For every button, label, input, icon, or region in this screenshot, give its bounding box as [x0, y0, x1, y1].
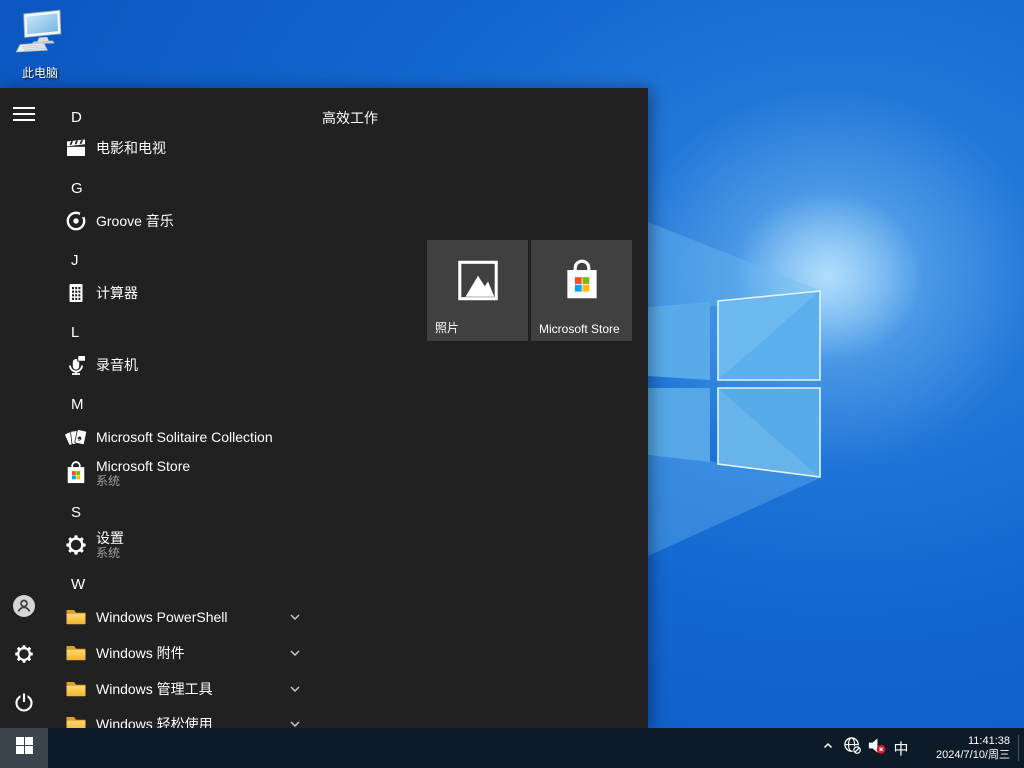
chevron-down-icon [288, 610, 302, 624]
desktop-icon-this-pc[interactable]: 此电脑 [2, 6, 78, 81]
app-item-settings[interactable]: 设置 系统 [48, 525, 632, 565]
taskbar-empty-area[interactable] [48, 728, 816, 768]
rail-settings-button[interactable] [0, 632, 48, 680]
power-button[interactable] [0, 680, 48, 728]
folder-icon [64, 605, 88, 629]
app-item-label: Windows 轻松使用 [96, 716, 213, 728]
show-desktop-button[interactable] [1019, 728, 1024, 768]
letter-label: G [71, 180, 83, 197]
app-item-label: Windows PowerShell [96, 609, 228, 625]
app-list-letter-j[interactable]: J [71, 249, 79, 271]
system-tray: 中 11:41:38 2024/7/10/周三 [816, 728, 1024, 768]
volume-button[interactable] [864, 728, 888, 768]
app-item-label: 录音机 [96, 357, 138, 373]
app-item-label: 计算器 [96, 285, 138, 301]
network-no-internet-icon [843, 736, 862, 760]
app-item-label: Groove 音乐 [96, 213, 174, 229]
app-item-label: Microsoft Store [96, 458, 190, 474]
tile-photos[interactable]: 照片 [427, 240, 528, 341]
chevron-down-icon [288, 646, 302, 660]
letter-label: D [71, 109, 82, 126]
tile-microsoft-store[interactable]: Microsoft Store [531, 240, 632, 341]
app-list-letter-d[interactable]: D [71, 106, 82, 128]
settings-gear-icon [64, 533, 88, 557]
app-item-voice-recorder[interactable]: 录音机 [48, 347, 632, 383]
calculator-icon [64, 281, 88, 305]
ime-label: 中 [893, 738, 908, 759]
tile-group-header[interactable]: 高效工作 [322, 108, 378, 128]
start-menu: D 电影和电视 G [0, 88, 648, 728]
app-list-letter-g[interactable]: G [71, 177, 83, 199]
screen: 此电脑 [0, 0, 1024, 768]
expand-menu-button[interactable] [0, 92, 48, 140]
app-item-label: Microsoft Solitaire Collection [96, 429, 273, 445]
app-item-microsoft-store[interactable]: Microsoft Store 系统 [48, 453, 632, 493]
app-folder-windows-admin-tools[interactable]: Windows 管理工具 [48, 671, 632, 707]
folder-icon [64, 712, 88, 728]
app-item-label: 设置 [96, 530, 124, 546]
taskbar-clock[interactable]: 11:41:38 2024/7/10/周三 [914, 728, 1018, 768]
app-item-label: Windows 附件 [96, 645, 185, 661]
tile-label: Microsoft Store [539, 322, 620, 336]
clock-time: 11:41:38 [968, 734, 1010, 748]
photos-icon [455, 258, 501, 309]
chevron-up-icon [821, 739, 835, 758]
app-item-sublabel: 系统 [96, 546, 124, 560]
clock-date: 2024/7/10/周三 [936, 748, 1010, 762]
user-account-button[interactable] [0, 584, 48, 632]
hamburger-menu-icon [13, 106, 35, 127]
letter-label: L [71, 324, 79, 341]
solitaire-icon: ♠ [64, 425, 88, 449]
this-pc-icon [11, 6, 69, 63]
power-icon [12, 690, 36, 719]
microsoft-store-icon [64, 461, 88, 485]
app-item-label: 电影和电视 [96, 140, 166, 156]
app-item-groove-music[interactable]: Groove 音乐 [48, 203, 632, 239]
letter-label: J [71, 252, 79, 269]
app-item-movies-tv[interactable]: 电影和电视 [48, 130, 632, 166]
app-item-sublabel: 系统 [96, 474, 190, 488]
chevron-down-icon [288, 717, 302, 728]
app-folder-windows-ease-of-access[interactable]: Windows 轻松使用 [48, 706, 632, 728]
desktop-icon-label: 此电脑 [22, 64, 58, 81]
letter-label: S [71, 504, 81, 521]
ime-indicator-button[interactable]: 中 [888, 728, 914, 768]
network-status-button[interactable] [840, 728, 864, 768]
folder-icon [64, 641, 88, 665]
app-list-letter-s[interactable]: S [71, 501, 81, 523]
letter-label: W [71, 576, 85, 593]
app-list-letter-w[interactable]: W [71, 573, 85, 595]
folder-icon [64, 677, 88, 701]
tile-label: 照片 [435, 319, 459, 336]
start-button[interactable] [0, 728, 48, 768]
app-item-solitaire[interactable]: ♠ Microsoft Solitaire Collection [48, 419, 632, 455]
volume-muted-icon [866, 735, 887, 761]
app-folder-windows-powershell[interactable]: Windows PowerShell [48, 599, 632, 635]
chevron-down-icon [288, 682, 302, 696]
settings-gear-icon [13, 643, 35, 670]
app-list-letter-m[interactable]: M [71, 393, 84, 415]
voice-recorder-icon [64, 353, 88, 377]
app-folder-windows-accessories[interactable]: Windows 附件 [48, 635, 632, 671]
taskbar: 中 11:41:38 2024/7/10/周三 [0, 728, 1024, 768]
letter-label: M [71, 396, 84, 413]
windows-logo-icon [16, 737, 33, 759]
user-account-icon [12, 594, 36, 623]
show-hidden-icons-button[interactable] [816, 728, 840, 768]
movies-tv-icon [64, 136, 88, 160]
app-list-letter-l[interactable]: L [71, 321, 79, 343]
groove-music-icon [64, 209, 88, 233]
microsoft-store-icon [561, 258, 603, 309]
app-item-label: Windows 管理工具 [96, 681, 213, 697]
